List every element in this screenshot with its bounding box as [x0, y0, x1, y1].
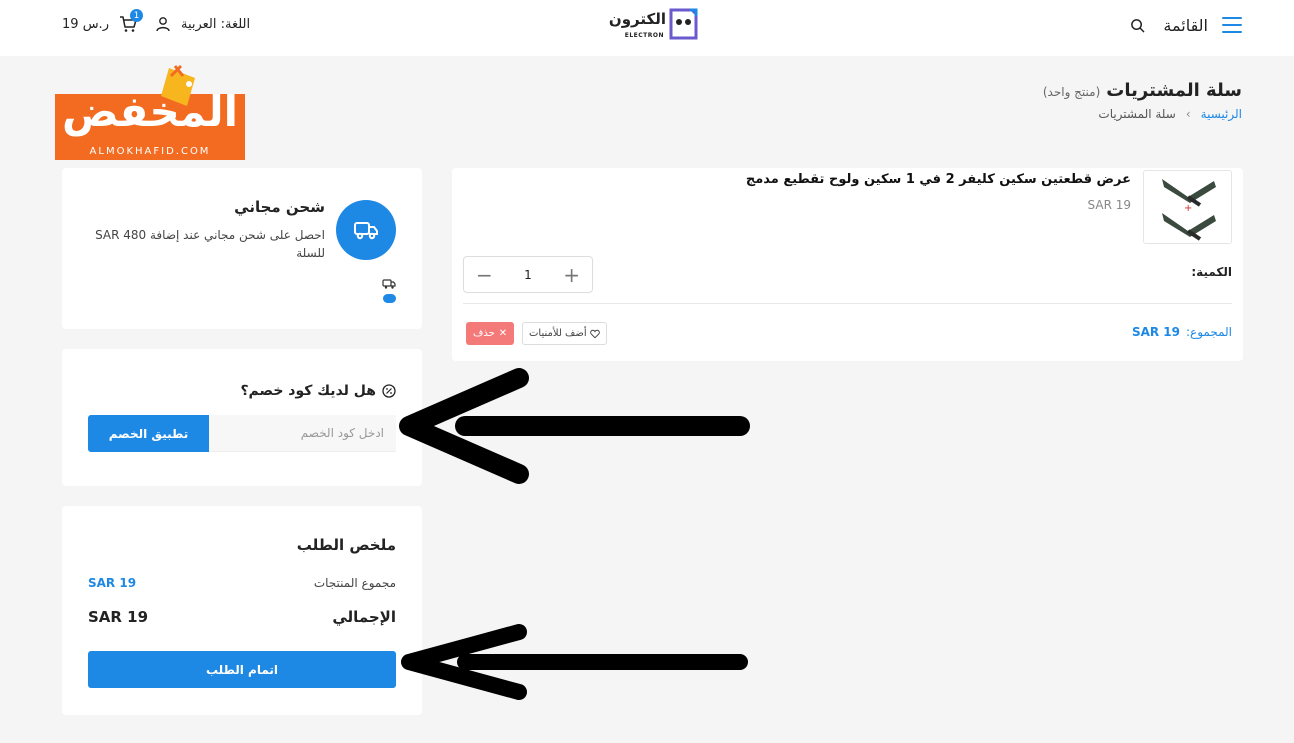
shipping-description: احصل على شحن مجاني عند إضافة 480 SAR للس…: [95, 228, 325, 260]
site-header: القائمة الكترون ELECTRON 19 ر.س 1 اللغة:…: [0, 0, 1294, 56]
annotation-arrow-checkout: [401, 624, 748, 700]
page-title: سلة المشتريات (منتج واحد): [1043, 80, 1242, 101]
breadcrumb-separator: ›: [1185, 107, 1191, 121]
product-price: SAR 19: [1087, 198, 1131, 212]
truck-icon: [336, 200, 396, 260]
logo-text-ar: الكترون: [608, 10, 666, 28]
summary-title: ملخص الطلب: [296, 536, 396, 554]
page-subtitle: (منتج واحد): [1042, 85, 1101, 99]
product-knife-image: +: [1162, 179, 1216, 241]
add-to-wishlist-button[interactable]: أضف للأمنيات: [522, 322, 607, 345]
coupon-form: تطبيق الخصم: [88, 415, 396, 452]
divider: [463, 303, 1232, 304]
product-name[interactable]: عرض قطعتين سكين كليفر 2 في 1 سكين ولوح ت…: [746, 172, 1131, 187]
item-subtotal: المجموع: SAR 19: [1132, 325, 1232, 339]
wishlist-label: أضف للأمنيات: [529, 328, 587, 339]
coupon-title-text: هل لديك كود خصم؟: [240, 383, 376, 399]
coupon-title: هل لديك كود خصم؟: [240, 383, 396, 399]
checkout-button[interactable]: اتمام الطلب: [88, 651, 396, 688]
close-icon: ✕: [498, 328, 508, 339]
apply-coupon-button[interactable]: تطبيق الخصم: [88, 415, 209, 452]
truck-small-icon: [382, 279, 396, 289]
promo-text-ar: المخفض: [61, 87, 239, 136]
subtotal-label: المجموع:: [1185, 325, 1232, 339]
coupon-card: هل لديك كود خصم؟ تطبيق الخصم: [62, 349, 422, 486]
cart-button[interactable]: 1: [119, 9, 143, 33]
menu-label: القائمة: [1163, 15, 1208, 35]
svg-text:+: +: [1184, 203, 1192, 214]
minus-icon[interactable]: −: [476, 265, 493, 285]
hamburger-icon[interactable]: [1222, 17, 1242, 33]
cart-item-card: + عرض قطعتين سكين كليفر 2 في 1 سكين ولوح…: [452, 168, 1243, 361]
language-selector[interactable]: اللغة: العربية: [181, 17, 250, 32]
promo-watermark: المخفض ALMOKHAFID.COM: [55, 62, 247, 160]
grand-total-value: SAR 19: [88, 608, 149, 626]
header-utilities: 19 ر.س 1 اللغة: العربية: [62, 9, 250, 34]
order-summary-card: ملخص الطلب مجموع المنتجات SAR 19 الإجمال…: [62, 506, 422, 715]
search-icon[interactable]: [1130, 18, 1145, 33]
logo-text-en: ELECTRON: [624, 32, 664, 39]
user-icon[interactable]: [155, 16, 171, 32]
free-shipping-card: شحن مجاني احصل على شحن مجاني عند إضافة 4…: [62, 168, 422, 329]
discount-icon: [382, 384, 396, 398]
breadcrumb-current: سلة المشتريات: [1098, 107, 1176, 121]
delete-label: حذف: [473, 328, 495, 339]
plus-icon[interactable]: +: [563, 265, 580, 285]
page-title-text: سلة المشتريات: [1106, 80, 1242, 101]
coupon-input[interactable]: [209, 415, 396, 452]
products-total-label: مجموع المنتجات: [313, 576, 396, 590]
shipping-title: شحن مجاني: [234, 198, 325, 216]
products-total-row: مجموع المنتجات SAR 19: [88, 576, 396, 590]
cart-count-badge: 1: [129, 9, 143, 22]
breadcrumb-home[interactable]: الرئيسية: [1201, 107, 1242, 121]
products-total-value: SAR 19: [88, 576, 137, 590]
logo-mark-icon: [669, 8, 698, 40]
grand-total-label: الإجمالي: [332, 608, 396, 626]
quantity-stepper[interactable]: − 1 +: [463, 256, 593, 293]
quantity-value[interactable]: 1: [524, 268, 532, 282]
product-image[interactable]: +: [1143, 170, 1232, 244]
site-logo[interactable]: الكترون ELECTRON: [604, 8, 700, 44]
breadcrumb: الرئيسية › سلة المشتريات: [1098, 107, 1242, 121]
delete-button[interactable]: ✕ حذف: [466, 322, 515, 345]
heart-icon: [589, 329, 600, 338]
grand-total-row: الإجمالي SAR 19: [88, 608, 396, 626]
annotation-arrow-coupon: [399, 368, 750, 484]
shipping-progress-dot: [383, 294, 396, 303]
cart-total[interactable]: 19 ر.س: [62, 17, 109, 32]
quantity-label: الكمية:: [1191, 265, 1232, 279]
menu-toggle[interactable]: القائمة: [1130, 13, 1242, 37]
promo-text-en: ALMOKHAFID.COM: [89, 146, 211, 157]
subtotal-value: SAR 19: [1131, 325, 1180, 339]
